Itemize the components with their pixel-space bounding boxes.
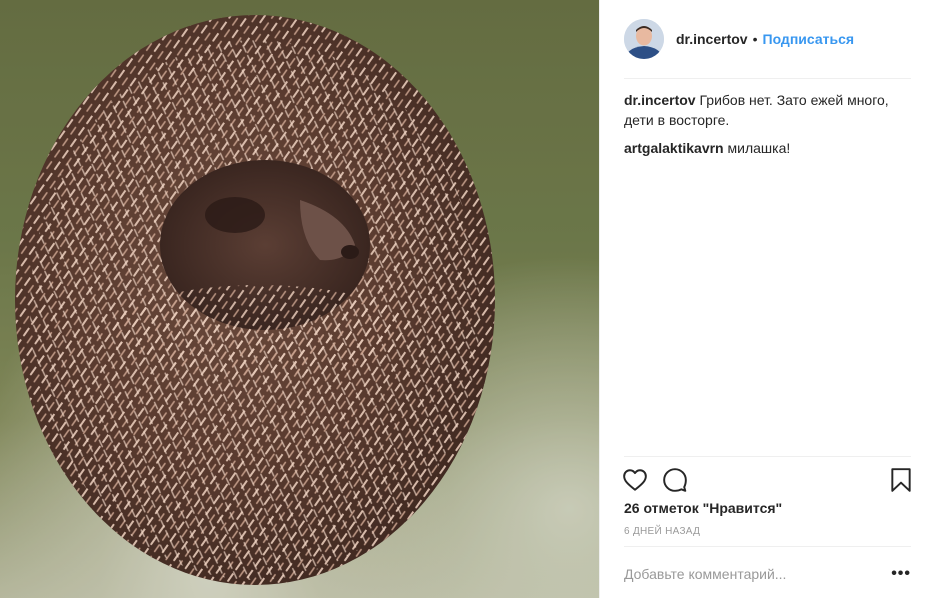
post-modal: dr.incertov • Подписаться dr.incertov Гр… bbox=[0, 0, 935, 598]
action-bar bbox=[622, 465, 913, 495]
heart-icon[interactable] bbox=[622, 467, 648, 493]
comments-list: dr.incertov Грибов нет. Зато ежей много,… bbox=[624, 90, 911, 166]
follow-button[interactable]: Подписаться bbox=[763, 31, 855, 47]
post-side-panel: dr.incertov • Подписаться dr.incertov Гр… bbox=[599, 0, 935, 598]
bookmark-icon[interactable] bbox=[889, 467, 913, 493]
add-comment-section: ••• bbox=[624, 556, 911, 592]
header-divider bbox=[624, 78, 911, 79]
post-header: dr.incertov • Подписаться bbox=[600, 0, 935, 78]
comment-author[interactable]: dr.incertov bbox=[624, 92, 696, 108]
post-photo[interactable] bbox=[0, 0, 599, 598]
comment-text: милашка! bbox=[727, 140, 791, 156]
actions-divider bbox=[624, 456, 911, 457]
more-options-button[interactable]: ••• bbox=[891, 565, 911, 583]
post-date[interactable]: 6 дней назад bbox=[624, 526, 700, 537]
likes-count[interactable]: 26 отметок "Нравится" bbox=[624, 500, 782, 516]
avatar[interactable] bbox=[624, 19, 664, 59]
list-item: artgalaktikavrn милашка! bbox=[624, 138, 911, 158]
comment-bubble-icon[interactable] bbox=[662, 467, 688, 493]
comment-author[interactable]: artgalaktikavrn bbox=[624, 140, 724, 156]
username-link[interactable]: dr.incertov bbox=[676, 31, 748, 47]
separator-dot: • bbox=[752, 31, 758, 47]
comment-input[interactable] bbox=[624, 566, 892, 582]
caption-comment: dr.incertov Грибов нет. Зато ежей много,… bbox=[624, 90, 911, 130]
hedgehog-image bbox=[0, 0, 599, 598]
avatar-image bbox=[624, 19, 664, 59]
comment-divider bbox=[624, 546, 911, 547]
